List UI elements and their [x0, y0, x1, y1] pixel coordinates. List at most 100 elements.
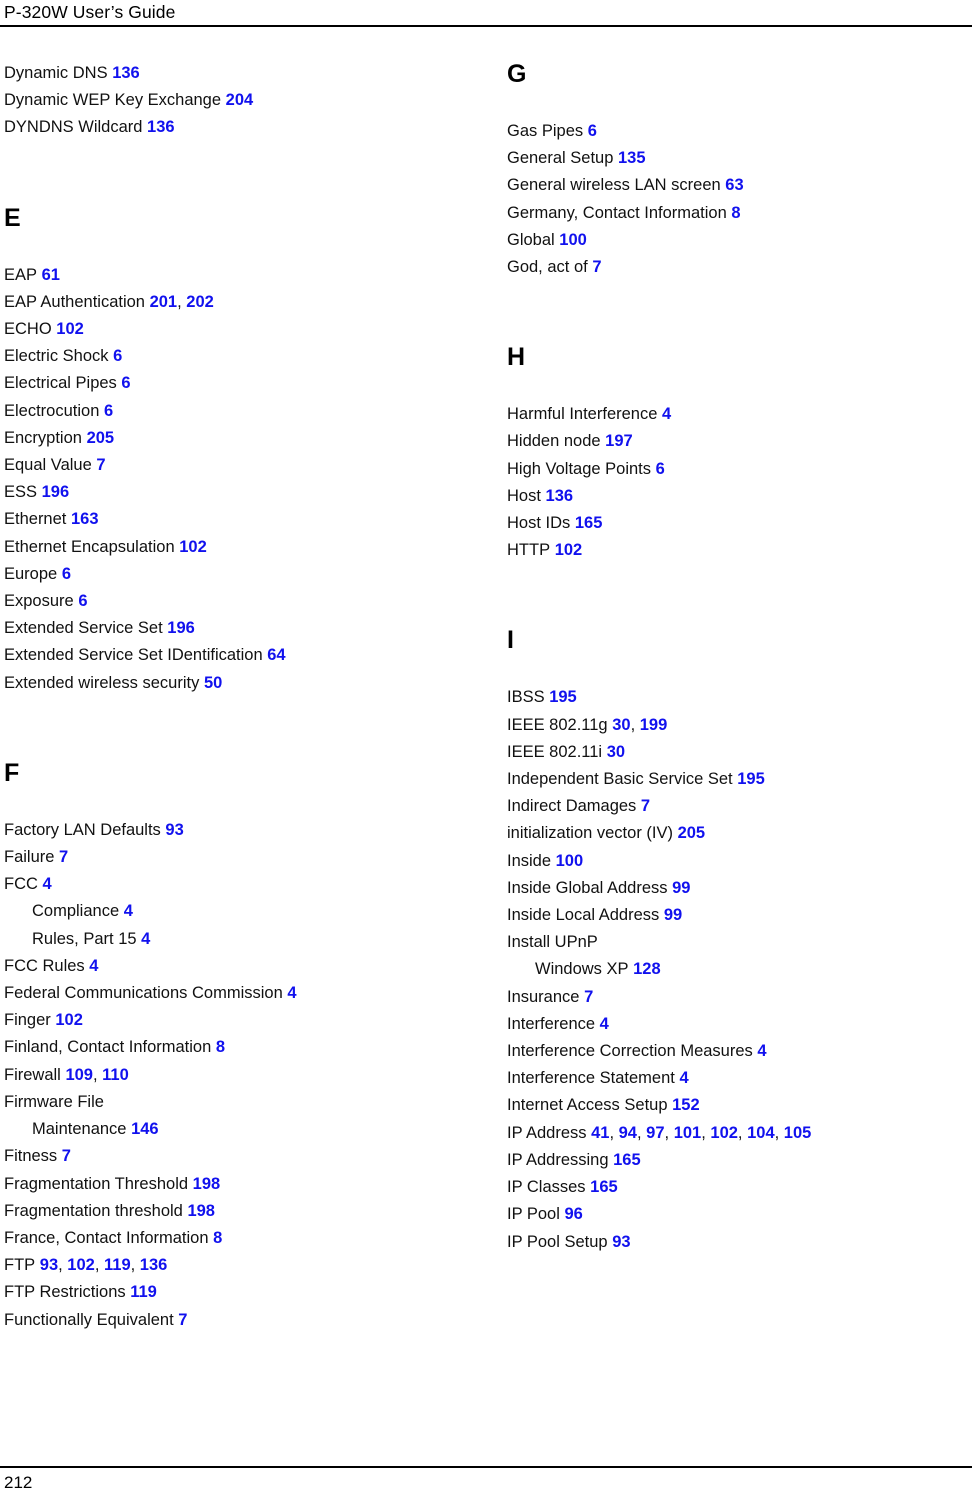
index-page-link[interactable]: 205 — [87, 429, 115, 447]
index-page-link[interactable]: 109 — [65, 1066, 93, 1084]
index-page-link[interactable]: 4 — [43, 875, 52, 893]
index-page-link[interactable]: 100 — [559, 231, 587, 249]
index-entry-term: Exposure — [4, 592, 74, 611]
index-page-link[interactable]: 6 — [588, 122, 597, 140]
index-page-link[interactable]: 6 — [113, 347, 122, 365]
index-page-link[interactable]: 197 — [605, 432, 633, 450]
index-entry-pages: 196 — [163, 619, 195, 637]
index-page-link[interactable]: 7 — [592, 258, 601, 276]
index-page-link[interactable]: 165 — [613, 1151, 641, 1169]
index-page-link[interactable]: 100 — [556, 852, 584, 870]
index-entry: Federal Communications Commission 4 — [4, 980, 464, 1007]
index-page-link[interactable]: 119 — [130, 1283, 157, 1301]
index-page-link[interactable]: 4 — [679, 1069, 688, 1087]
index-page-link[interactable]: 136 — [140, 1256, 168, 1274]
index-page-link[interactable]: 96 — [565, 1205, 583, 1223]
index-page-link[interactable]: 97 — [646, 1124, 664, 1142]
index-page-link[interactable]: 199 — [640, 716, 668, 734]
index-page-link[interactable]: 8 — [213, 1229, 222, 1247]
index-page-link[interactable]: 63 — [725, 176, 743, 194]
index-page-link[interactable]: 8 — [731, 204, 740, 222]
index-entry-term: Fitness — [4, 1147, 58, 1166]
index-page-link[interactable]: 104 — [747, 1124, 775, 1142]
index-page-link[interactable]: 128 — [633, 960, 661, 978]
page-separator: , — [737, 1123, 748, 1142]
index-page-link[interactable]: 196 — [167, 619, 195, 637]
index-entry-pages: 109, 110 — [61, 1066, 129, 1084]
index-page-link[interactable]: 7 — [59, 848, 68, 866]
index-page-link[interactable]: 195 — [549, 688, 577, 706]
index-page-link[interactable]: 93 — [612, 1233, 630, 1251]
index-page-link[interactable]: 136 — [546, 487, 574, 505]
index-page-link[interactable]: 165 — [590, 1178, 618, 1196]
index-page-link[interactable]: 102 — [710, 1124, 738, 1142]
index-entry-term: France, Contact Information — [4, 1228, 209, 1247]
index-page-link[interactable]: 7 — [62, 1147, 71, 1165]
index-page-link[interactable]: 165 — [575, 514, 603, 532]
index-page-link[interactable]: 7 — [96, 456, 105, 474]
index-entry: Encryption 205 — [4, 425, 464, 452]
index-page-link[interactable]: 204 — [226, 91, 254, 109]
index-page-link[interactable]: 50 — [204, 674, 222, 692]
index-page-link[interactable]: 196 — [42, 483, 70, 501]
index-page-link[interactable]: 7 — [641, 797, 650, 815]
index-page-link[interactable]: 4 — [287, 984, 296, 1002]
index-page-link[interactable]: 102 — [55, 1011, 83, 1029]
index-page-link[interactable]: 198 — [193, 1175, 221, 1193]
index-page-link[interactable]: 198 — [187, 1202, 215, 1220]
index-page-link[interactable]: 4 — [662, 405, 671, 423]
index-page-link[interactable]: 6 — [656, 460, 665, 478]
index-entry-term: Host IDs — [507, 514, 571, 533]
index-page-link[interactable]: 4 — [124, 902, 133, 920]
index-page-link[interactable]: 202 — [186, 293, 214, 311]
index-entry-pages: 64 — [263, 646, 285, 664]
index-page-link[interactable]: 102 — [56, 320, 84, 338]
index-page-link[interactable]: 41 — [591, 1124, 609, 1142]
index-page-link[interactable]: 195 — [737, 770, 765, 788]
index-page-link[interactable]: 94 — [619, 1124, 637, 1142]
footer-divider-rule — [0, 1466, 972, 1468]
index-page-link[interactable]: 135 — [618, 149, 646, 167]
index-page-link[interactable]: 136 — [147, 118, 175, 136]
index-page-link[interactable]: 4 — [757, 1042, 766, 1060]
index-page-link[interactable]: 64 — [267, 646, 285, 664]
index-page-link[interactable]: 201 — [150, 293, 178, 311]
index-page-link[interactable]: 30 — [612, 716, 630, 734]
index-page-link[interactable]: 7 — [178, 1311, 187, 1329]
index-page-link[interactable]: 6 — [121, 374, 130, 392]
index-page-link[interactable]: 4 — [89, 957, 98, 975]
index-entry: IEEE 802.11g 30, 199 — [507, 712, 967, 739]
index-page-link[interactable]: 102 — [555, 541, 583, 559]
index-page-link[interactable]: 7 — [584, 988, 593, 1006]
index-page-link[interactable]: 105 — [784, 1124, 812, 1142]
index-page-link[interactable]: 102 — [179, 538, 207, 556]
index-page-link[interactable]: 101 — [674, 1124, 702, 1142]
index-page-link[interactable]: 6 — [78, 592, 87, 610]
index-page-link[interactable]: 152 — [672, 1096, 700, 1114]
index-page-link[interactable]: 136 — [112, 64, 140, 82]
index-page-link[interactable]: 6 — [104, 402, 113, 420]
index-entry-term: Federal Communications Commission — [4, 984, 283, 1003]
index-page-link[interactable]: 119 — [104, 1256, 131, 1274]
index-page-link[interactable]: 30 — [607, 743, 625, 761]
index-page-link[interactable]: 93 — [40, 1256, 58, 1274]
index-page-link[interactable]: 110 — [102, 1066, 129, 1084]
index-page-link[interactable]: 102 — [67, 1256, 95, 1274]
index-page-link[interactable]: 6 — [62, 565, 71, 583]
index-entry-term: FCC — [4, 875, 38, 894]
index-entry: Electric Shock 6 — [4, 343, 464, 370]
index-page-link[interactable]: 4 — [141, 930, 150, 948]
index-page-link[interactable]: 146 — [131, 1120, 159, 1138]
index-page-link[interactable]: 61 — [42, 266, 60, 284]
index-page-link[interactable]: 99 — [664, 906, 682, 924]
index-entry-list: Factory LAN Defaults 93 Failure 7 FCC 4 Com… — [4, 817, 464, 1334]
index-page-link[interactable]: 99 — [672, 879, 690, 897]
index-page-link[interactable]: 163 — [71, 510, 99, 528]
index-page-link[interactable]: 205 — [678, 824, 706, 842]
index-entry-pages: 93, 102, 119, 136 — [35, 1256, 168, 1274]
index-page-link[interactable]: 4 — [600, 1015, 609, 1033]
index-entry-term: Dynamic DNS — [4, 64, 108, 82]
index-page-link[interactable]: 93 — [165, 821, 183, 839]
index-page-link[interactable]: 8 — [216, 1038, 225, 1056]
index-entry-term: Finland, Contact Information — [4, 1038, 212, 1057]
